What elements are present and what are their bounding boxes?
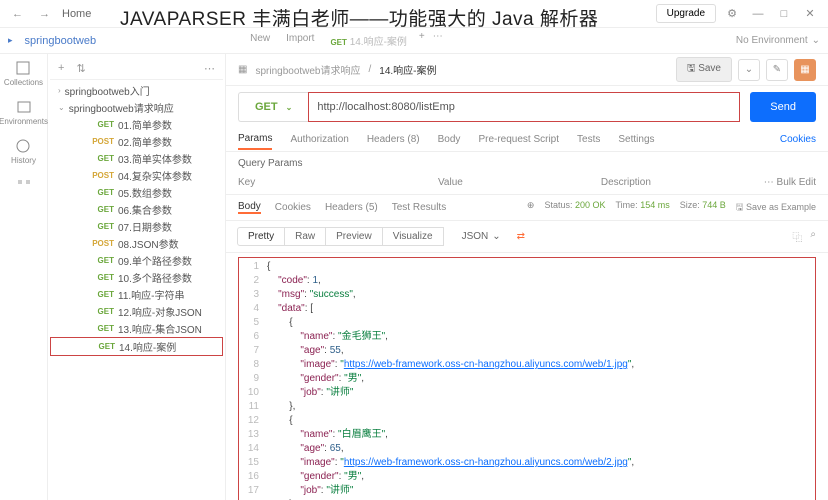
status-globe-icon[interactable]: ⊕ [527,200,535,216]
tab-prerequest[interactable]: Pre-request Script [478,130,559,149]
resp-tab-headers[interactable]: Headers (5) [325,202,378,213]
tab-tests[interactable]: Tests [577,130,600,149]
tab-body[interactable]: Body [438,130,461,149]
comment-icon[interactable]: ▦ [794,59,816,81]
folder-root[interactable]: › springbootweb入门 [50,82,223,99]
sidebar-item-10[interactable]: GET11.响应-字符串 [50,286,223,303]
response-tabs: Body Cookies Headers (5) Test Results ⊕ … [226,195,828,221]
tab-new[interactable]: New [246,31,274,50]
query-params-title: Query Params [226,152,828,175]
folder-req[interactable]: ⌄ springbootweb请求响应 [50,99,223,116]
sidebar-item-3[interactable]: POST04.复杂实体参数 [50,167,223,184]
format-selector[interactable]: JSON ⌄ [454,229,509,244]
tab-headers[interactable]: Headers (8) [367,130,420,149]
sidebar-item-6[interactable]: GET07.日期参数 [50,218,223,235]
minimize-icon[interactable]: — [748,4,768,24]
maximize-icon[interactable]: □ [774,4,794,24]
sidebar: + ⇅ ⋯ › springbootweb入门⌄ springbootweb请求… [48,54,226,500]
sidebar-item-2[interactable]: GET03.简单实体参数 [50,150,223,167]
sidebar-item-12[interactable]: GET13.响应-集合JSON [50,320,223,337]
request-tabs: Params Authorization Headers (8) Body Pr… [226,128,828,152]
overlay-title: JAVAPARSER 丰满白老师——功能强大的 Java 解析器 [120,4,598,31]
tab-settings[interactable]: Settings [618,130,654,149]
add-tab-icon[interactable]: + [419,31,425,50]
col-value: Value [438,177,601,188]
resp-tab-tests[interactable]: Test Results [392,202,446,213]
save-button[interactable]: 🖫 Save [676,57,732,82]
rail-environments[interactable]: Environments [0,99,48,126]
rail-collections[interactable]: Collections [4,60,43,87]
close-icon[interactable]: ✕ [800,4,820,24]
size-label: Size: 744 B [680,200,726,216]
filter-icon[interactable]: ⇅ [76,62,85,75]
back-icon[interactable]: ← [8,6,27,22]
ws-chevron-icon[interactable]: ▸ [8,35,13,46]
search-icon[interactable]: ⌕ [810,229,816,244]
method-selector[interactable]: GET⌄ [238,92,308,122]
sidebar-item-7[interactable]: POST08.JSON参数 [50,235,223,252]
status-label: Status: 200 OK [544,200,605,216]
sidebar-item-0[interactable]: GET01.简单参数 [50,116,223,133]
workspace-name[interactable]: springbootweb [25,35,97,47]
content-area: ▦ springbootweb请求响应 / 14.响应-案例 🖫 Save ⌄ … [226,54,828,500]
view-preview[interactable]: Preview [325,227,383,246]
share-icon[interactable]: ✎ [766,59,788,81]
view-raw[interactable]: Raw [284,227,326,246]
sidebar-item-11[interactable]: GET12.响应-对象JSON [50,303,223,320]
query-params-table: Key Value Description ⋯ Bulk Edit [226,175,828,195]
bell-icon[interactable]: ⚙ [722,4,742,24]
response-body[interactable]: 1{2 "code": 1,3 "msg": "success",4 "data… [238,257,816,500]
sidebar-item-4[interactable]: GET05.数组参数 [50,184,223,201]
copy-icon[interactable]: ⿻ [792,229,802,244]
view-pretty[interactable]: Pretty [237,227,285,246]
add-icon[interactable]: + [58,62,64,75]
wrap-icon[interactable]: ⇄ [517,231,525,242]
rail-history[interactable]: History [11,138,36,165]
time-label: Time: 154 ms [616,200,670,216]
tab-params[interactable]: Params [238,129,272,150]
col-key: Key [238,177,438,188]
more-icon[interactable]: ⋯ [204,62,215,75]
upgrade-button[interactable]: Upgrade [656,4,716,23]
save-example-button[interactable]: 🖫 Save as Example [736,200,816,216]
sidebar-item-5[interactable]: GET06.集合参数 [50,201,223,218]
save-dropdown-icon[interactable]: ⌄ [738,59,760,81]
home-link[interactable]: Home [62,8,91,20]
chevron-down-icon: ⌄ [286,103,293,112]
tab-more-icon[interactable]: ⋯ [433,31,443,50]
breadcrumb-current: 14.响应-案例 [379,62,436,77]
cookies-link[interactable]: Cookies [780,134,816,145]
sidebar-item-9[interactable]: GET10.多个路径参数 [50,269,223,286]
sidebar-item-8[interactable]: GET09.单个路径参数 [50,252,223,269]
workspace-bar: ▸ springbootweb New Import GET 14.响应-案例 … [0,28,828,54]
environment-selector[interactable]: No Environment⌄ [736,35,820,46]
breadcrumb-folder[interactable]: springbootweb请求响应 [255,62,360,77]
forward-icon[interactable]: → [35,6,54,22]
resp-tab-body[interactable]: Body [238,201,261,214]
url-input[interactable] [308,92,740,122]
sidebar-item-1[interactable]: POST02.简单参数 [50,133,223,150]
bulk-edit-link[interactable]: ⋯ Bulk Edit [764,177,816,188]
open-tab[interactable]: GET 14.响应-案例 [326,31,410,50]
tab-import[interactable]: Import [282,31,318,50]
left-rail: Collections Environments History [0,54,48,500]
folder-icon: ▦ [238,64,247,75]
view-visualize[interactable]: Visualize [382,227,444,246]
send-button[interactable]: Send [750,92,816,122]
rail-more[interactable] [16,177,32,193]
col-desc: Description [601,177,764,188]
chevron-down-icon: ⌄ [812,35,820,46]
tab-auth[interactable]: Authorization [290,130,348,149]
sidebar-item-13[interactable]: GET14.响应-案例 [50,337,223,356]
resp-tab-cookies[interactable]: Cookies [275,202,311,213]
